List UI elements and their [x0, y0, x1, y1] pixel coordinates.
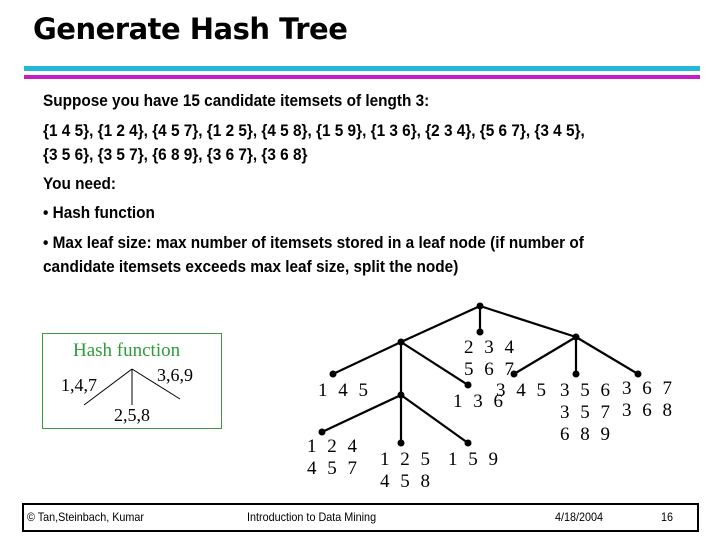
leaf-label-345: 3 4 5 [496, 380, 549, 401]
leaf-node-136 [464, 381, 472, 389]
leaf-node-125 [397, 439, 405, 447]
leaf-node-367 [634, 370, 642, 378]
edge-right-345 [513, 336, 577, 375]
slide-footer: © Tan,Steinbach, Kumar Introduction to D… [22, 503, 699, 532]
hash-branch-left [83, 368, 133, 406]
leaf-label-125: 1 2 5 4 5 8 [380, 449, 433, 492]
root-node [476, 302, 484, 310]
leaf-node-124 [318, 428, 326, 436]
leaf-node-159 [464, 439, 472, 447]
footer-date: 4/18/2004 [555, 510, 604, 524]
hash-function-branches [83, 368, 181, 406]
node-left-middle [397, 391, 405, 399]
footer-authors: © Tan,Steinbach, Kumar [27, 510, 145, 524]
footer-course: Introduction to Data Mining [247, 510, 377, 524]
node-left [397, 338, 405, 346]
footer-page-number: 16 [661, 510, 674, 524]
leaf-label-356: 3 5 6 3 5 7 6 8 9 [560, 380, 613, 445]
leaf-node-356 [572, 370, 580, 378]
leaf-node-234 [476, 328, 484, 336]
leaf-label-159: 1 5 9 [448, 449, 501, 470]
edge-left-136 [400, 341, 469, 386]
leaf-node-145 [329, 370, 337, 378]
hash-branch-right [131, 368, 181, 400]
edge-root-right [479, 304, 577, 339]
edge-right-367 [575, 336, 639, 375]
leaf-label-367: 3 6 7 3 6 8 [622, 378, 675, 421]
node-right [572, 333, 580, 341]
tree-diagram [83, 302, 642, 447]
leaf-label-234: 2 3 4 5 6 7 [464, 337, 517, 380]
leaf-label-145: 1 4 5 [318, 380, 371, 401]
leaf-label-124: 1 2 4 4 5 7 [307, 436, 360, 479]
edge-left-145 [332, 341, 402, 375]
